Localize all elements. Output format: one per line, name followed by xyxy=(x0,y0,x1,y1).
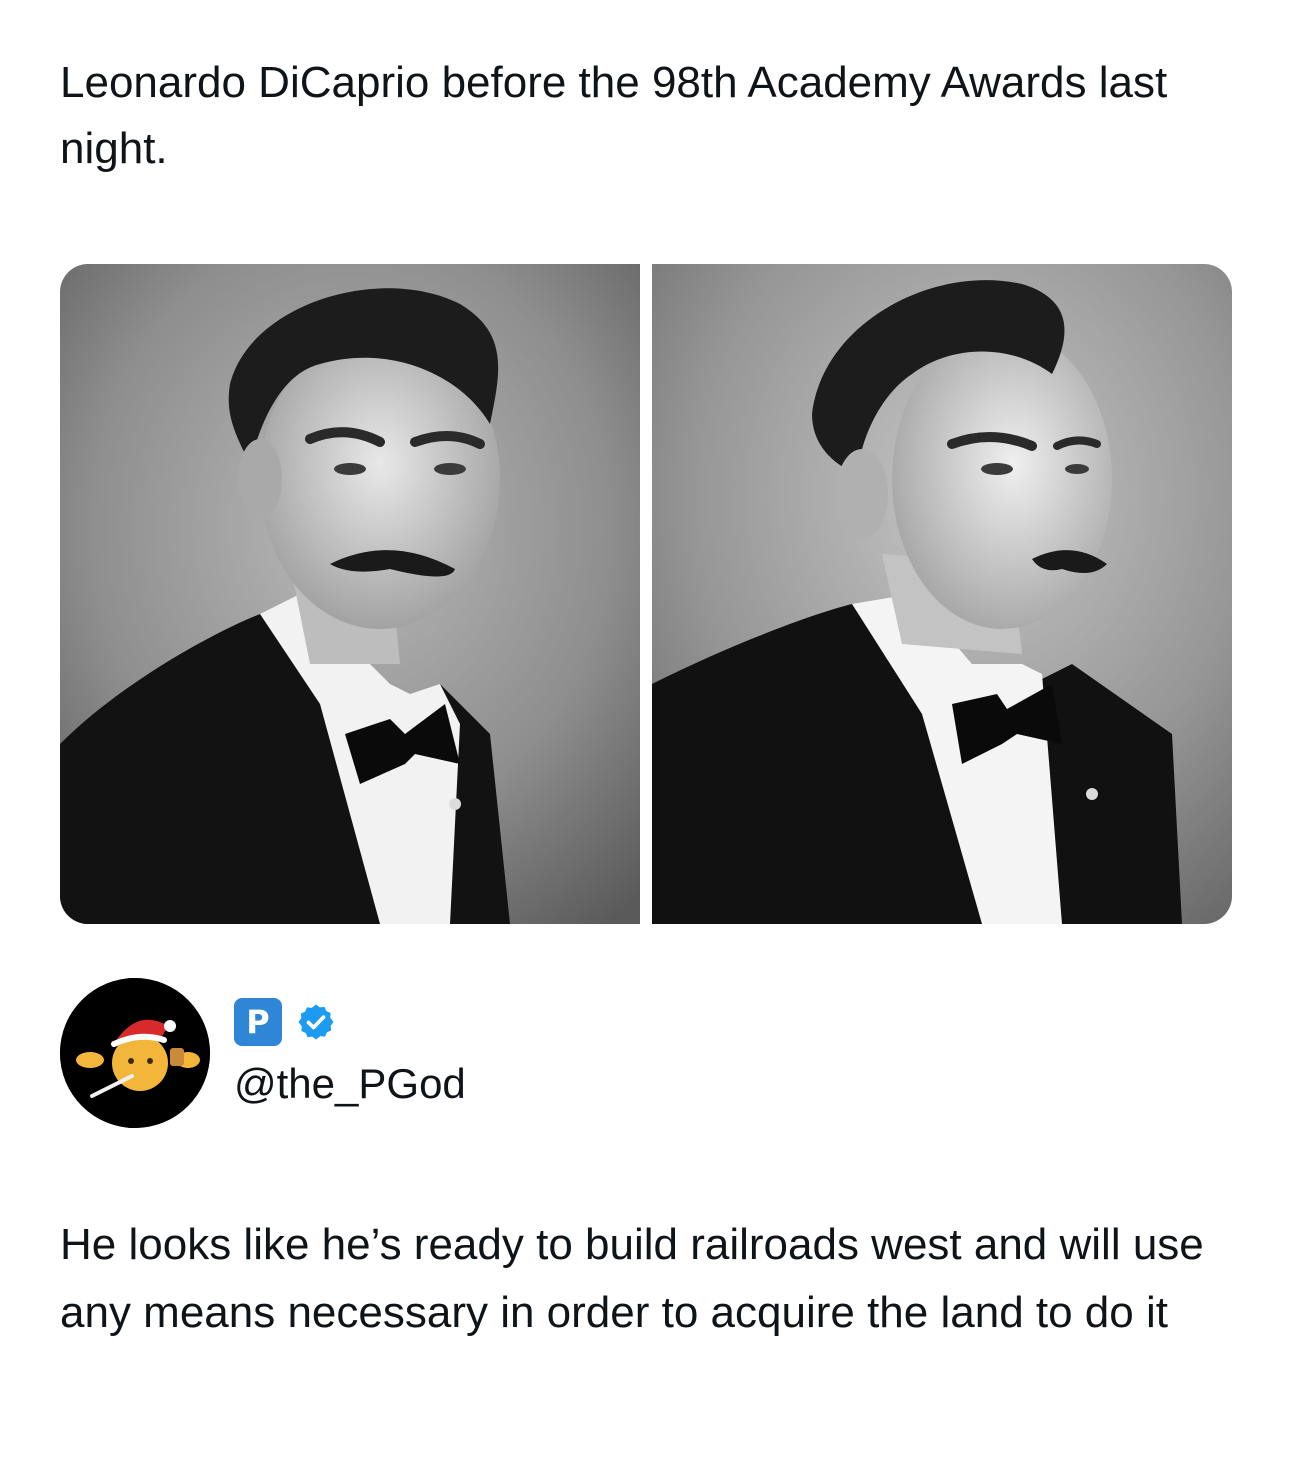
verified-badge-icon xyxy=(298,1004,334,1040)
photo-portrait-front[interactable] xyxy=(60,264,640,924)
portrait-profile-image xyxy=(652,264,1232,924)
photo-portrait-profile[interactable] xyxy=(652,264,1232,924)
quote-author[interactable]: P @the_PGod xyxy=(60,978,466,1128)
display-name-badge[interactable]: P xyxy=(234,998,282,1046)
post-text: Leonardo DiCaprio before the 98th Academ… xyxy=(60,58,1168,173)
author-handle[interactable]: @the_PGod xyxy=(234,1056,466,1112)
media-grid[interactable] xyxy=(60,264,1232,924)
avatar[interactable] xyxy=(60,978,210,1128)
author-meta: P @the_PGod xyxy=(234,978,466,1128)
emoji-santa-hat-avatar-icon xyxy=(60,978,210,1128)
portrait-front-image xyxy=(60,264,640,924)
name-row: P xyxy=(234,994,466,1050)
quote-text: He looks like he’s ready to build railro… xyxy=(60,1220,1204,1337)
